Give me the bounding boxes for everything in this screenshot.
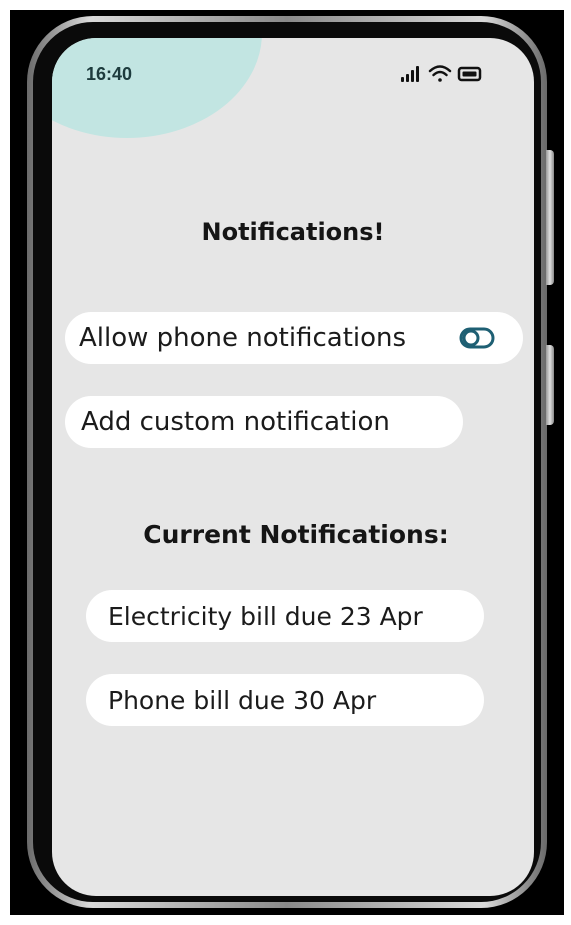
- phone-screen: 16:40 Notifications! Allow phone notific…: [52, 38, 534, 896]
- side-button-volume: [546, 345, 554, 425]
- add-custom-notification-button[interactable]: Add custom notification: [65, 396, 463, 448]
- allow-phone-notifications-label: Allow phone notifications: [79, 323, 407, 353]
- status-icons: [397, 62, 507, 88]
- notification-item[interactable]: Phone bill due 30 Apr: [86, 674, 484, 726]
- toggle-icon[interactable]: [459, 326, 495, 350]
- page-title: Notifications!: [201, 218, 385, 246]
- current-notifications-heading: Current Notifications:: [143, 520, 449, 549]
- wifi-icon: [428, 65, 452, 82]
- notification-item-label: Phone bill due 30 Apr: [108, 685, 377, 715]
- battery-icon: [457, 66, 482, 82]
- side-button-power: [546, 150, 554, 285]
- add-custom-notification-label: Add custom notification: [81, 407, 390, 437]
- allow-phone-notifications-row[interactable]: Allow phone notifications: [65, 312, 523, 364]
- signal-icon: [401, 66, 419, 82]
- status-time: 16:40: [86, 64, 133, 84]
- notification-item-label: Electricity bill due 23 Apr: [108, 601, 423, 631]
- decorative-circle: [52, 38, 262, 138]
- notification-item[interactable]: Electricity bill due 23 Apr: [86, 590, 484, 642]
